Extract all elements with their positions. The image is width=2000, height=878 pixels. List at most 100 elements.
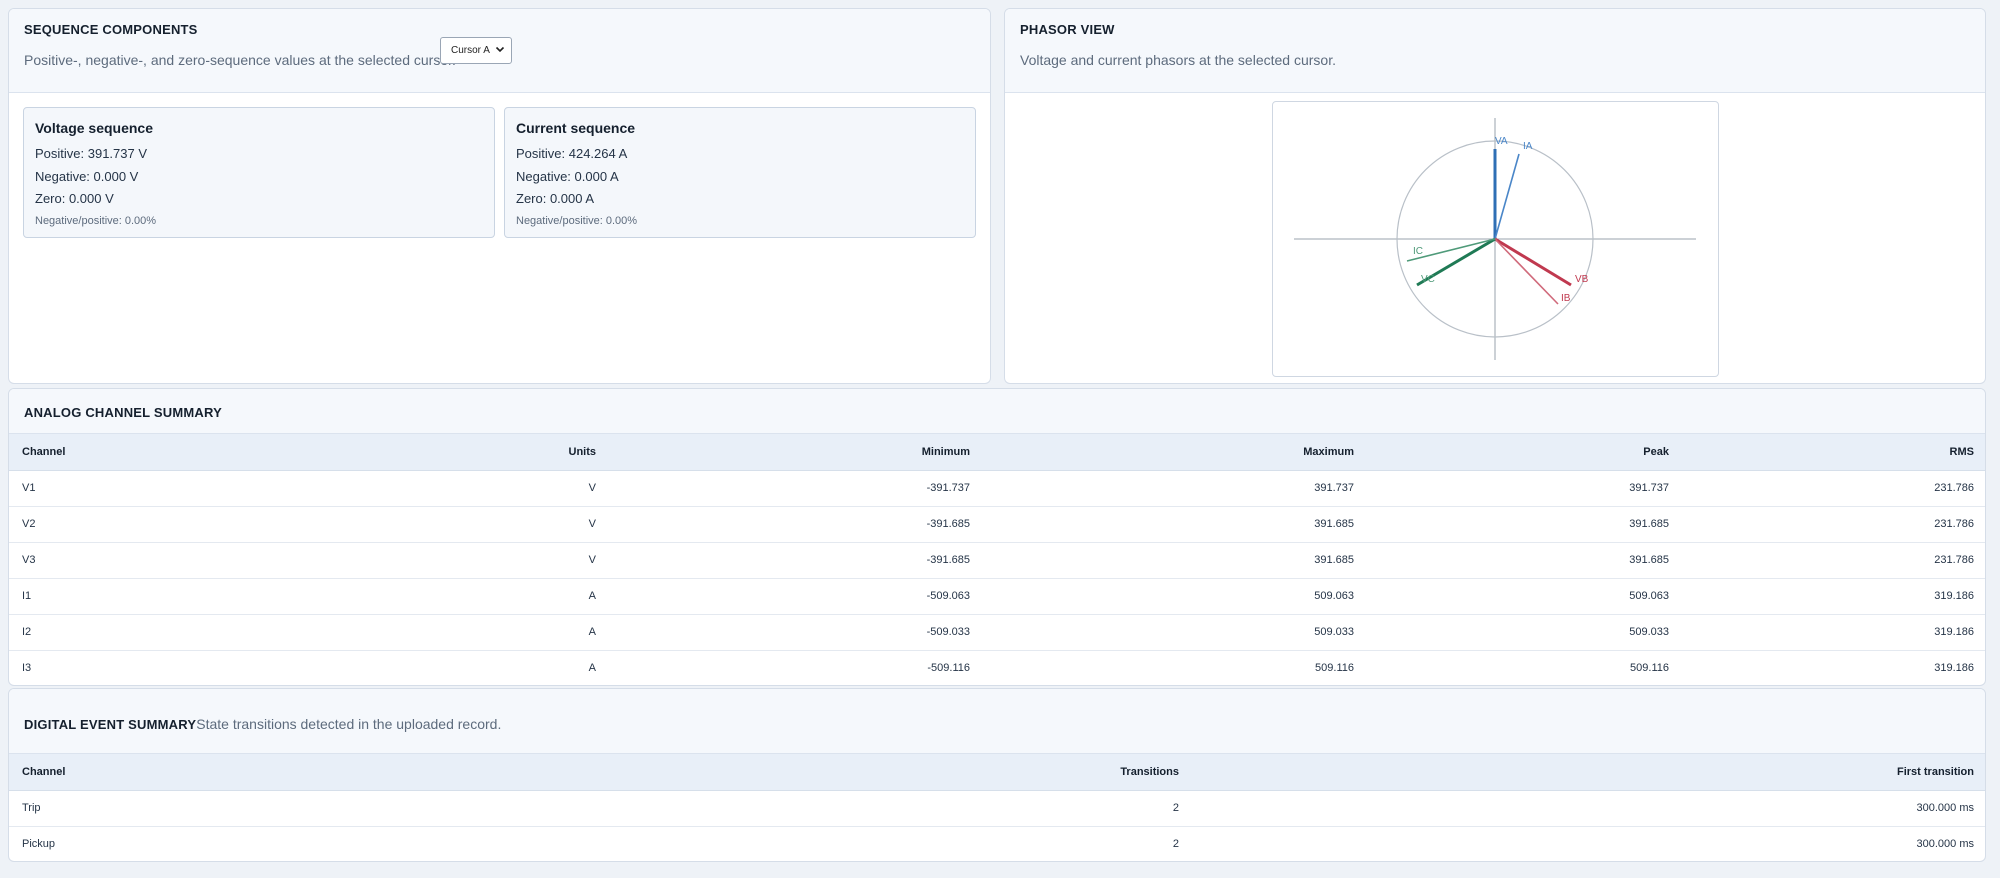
phasor-diagram: VA IA VB IB VC IC — [1294, 118, 1696, 360]
table-row: I2 A -509.033 509.033 509.033 319.186 — [9, 614, 1985, 651]
phasor-diagram-frame: VA IA VB IB VC IC — [1272, 101, 1719, 377]
phasor-label-va: VA — [1495, 136, 1508, 147]
table-row: I3 A -509.116 509.116 509.116 319.186 — [9, 650, 1985, 685]
phasor-label-ib: IB — [1561, 293, 1571, 304]
table-cell: 391.685 — [1367, 542, 1682, 579]
table-cell: -391.685 — [609, 542, 983, 579]
column-header: Minimum — [609, 434, 983, 471]
table-cell: I2 — [9, 614, 219, 651]
table-cell: A — [219, 578, 609, 615]
column-header: Maximum — [983, 434, 1367, 471]
table-cell: V — [219, 470, 609, 507]
phasor-panel-header: PHASOR VIEW Voltage and current phasors … — [1005, 9, 1985, 93]
analog-channel-table: Channel Units Minimum Maximum Peak RMS V… — [9, 434, 1985, 685]
current-sequence-title: Current sequence — [516, 120, 636, 136]
table-cell: Trip — [9, 790, 609, 827]
table-cell: 509.063 — [983, 578, 1367, 615]
column-header: First transition — [1192, 754, 1985, 791]
table-cell: I1 — [9, 578, 219, 615]
cursor-select[interactable]: Cursor A — [440, 37, 512, 64]
digital-panel-header: DIGITAL EVENT SUMMARYState transitions d… — [9, 689, 1985, 754]
table-cell: 391.737 — [983, 470, 1367, 507]
column-header: Units — [219, 434, 609, 471]
table-cell: -509.116 — [609, 650, 983, 685]
phasor-label-vc: VC — [1421, 274, 1435, 285]
phasor-label-ia: IA — [1523, 141, 1533, 152]
table-row: Pickup 2 300.000 ms — [9, 826, 1985, 861]
table-cell: 391.737 — [1367, 470, 1682, 507]
table-cell: V1 — [9, 470, 219, 507]
voltage-zero: Zero: 0.000 V — [35, 191, 114, 206]
table-cell: 509.116 — [983, 650, 1367, 685]
table-cell: -391.685 — [609, 506, 983, 543]
table-cell: Pickup — [9, 826, 609, 861]
digital-panel-description: State transitions detected in the upload… — [196, 716, 502, 732]
table-row: V2 V -391.685 391.685 391.685 231.786 — [9, 506, 1985, 543]
sequence-components-panel: SEQUENCE COMPONENTS Positive-, negative-… — [8, 8, 991, 384]
table-cell: V3 — [9, 542, 219, 579]
table-cell: 319.186 — [1682, 650, 1985, 685]
table-cell: 509.033 — [1367, 614, 1682, 651]
digital-panel-title: DIGITAL EVENT SUMMARY — [24, 717, 197, 732]
table-cell: 391.685 — [1367, 506, 1682, 543]
table-cell: A — [219, 650, 609, 685]
table-cell: 2 — [609, 826, 1192, 861]
table-cell: V2 — [9, 506, 219, 543]
table-row: I1 A -509.063 509.063 509.063 319.186 — [9, 578, 1985, 615]
phasor-label-vb: VB — [1575, 274, 1589, 285]
column-header: Channel — [9, 434, 219, 471]
voltage-negative: Negative: 0.000 V — [35, 168, 139, 184]
analog-channel-summary-panel: ANALOG CHANNEL SUMMARY Channel Units Min… — [8, 388, 1986, 686]
table-cell: I3 — [9, 650, 219, 685]
table-cell: 509.063 — [1367, 578, 1682, 615]
voltage-positive: Positive: 391.737 V — [35, 146, 148, 161]
current-sequence-card: Current sequence Positive: 424.264 A Neg… — [504, 107, 976, 238]
analog-panel-header: ANALOG CHANNEL SUMMARY — [9, 389, 1985, 434]
sequence-panel-title: SEQUENCE COMPONENTS — [24, 22, 198, 37]
table-cell: -509.063 — [609, 578, 983, 615]
voltage-sequence-title: Voltage sequence — [35, 120, 154, 136]
table-header-row: Channel Transitions First transition — [9, 754, 1985, 791]
column-header: RMS — [1682, 434, 1985, 471]
table-cell: -391.737 — [609, 470, 983, 507]
table-cell: 319.186 — [1682, 578, 1985, 615]
table-cell: 2 — [609, 790, 1192, 827]
table-cell: 509.116 — [1367, 650, 1682, 685]
sequence-panel-header: SEQUENCE COMPONENTS Positive-, negative-… — [9, 9, 990, 93]
table-cell: 300.000 ms — [1192, 790, 1985, 827]
table-cell: 319.186 — [1682, 614, 1985, 651]
digital-event-summary-panel: DIGITAL EVENT SUMMARYState transitions d… — [8, 688, 1986, 862]
table-header-row: Channel Units Minimum Maximum Peak RMS — [9, 434, 1985, 471]
table-row: Trip 2 300.000 ms — [9, 790, 1985, 827]
voltage-sequence-card: Voltage sequence Positive: 391.737 V Neg… — [23, 107, 495, 238]
analog-panel-title: ANALOG CHANNEL SUMMARY — [24, 405, 222, 420]
table-cell: 391.685 — [983, 506, 1367, 543]
column-header: Peak — [1367, 434, 1682, 471]
current-positive: Positive: 424.264 A — [516, 146, 628, 161]
table-row: V1 V -391.737 391.737 391.737 231.786 — [9, 470, 1985, 507]
phasor-view-panel: PHASOR VIEW Voltage and current phasors … — [1004, 8, 1986, 384]
table-cell: V — [219, 506, 609, 543]
phasor-panel-description: Voltage and current phasors at the selec… — [1020, 52, 1336, 68]
chevron-down-icon — [495, 46, 505, 53]
digital-event-table: Channel Transitions First transition Tri… — [9, 754, 1985, 861]
phasor-panel-title: PHASOR VIEW — [1020, 22, 1115, 37]
table-cell: 300.000 ms — [1192, 826, 1985, 861]
table-cell: 231.786 — [1682, 506, 1985, 543]
table-cell: 231.786 — [1682, 470, 1985, 507]
voltage-ratio: Negative/positive: 0.00% — [35, 214, 157, 227]
table-row: V3 V -391.685 391.685 391.685 231.786 — [9, 542, 1985, 579]
column-header: Channel — [9, 754, 609, 791]
table-cell: 231.786 — [1682, 542, 1985, 579]
phasor-label-ic: IC — [1413, 246, 1423, 257]
cursor-select-value: Cursor A — [451, 45, 490, 56]
table-cell: V — [219, 542, 609, 579]
current-zero: Zero: 0.000 A — [516, 191, 595, 206]
sequence-panel-description: Positive-, negative-, and zero-sequence … — [24, 52, 456, 68]
column-header: Transitions — [609, 754, 1192, 791]
table-cell: 509.033 — [983, 614, 1367, 651]
table-cell: A — [219, 614, 609, 651]
phasor-ia — [1494, 153, 1520, 240]
table-cell: 391.685 — [983, 542, 1367, 579]
current-ratio: Negative/positive: 0.00% — [516, 214, 638, 227]
